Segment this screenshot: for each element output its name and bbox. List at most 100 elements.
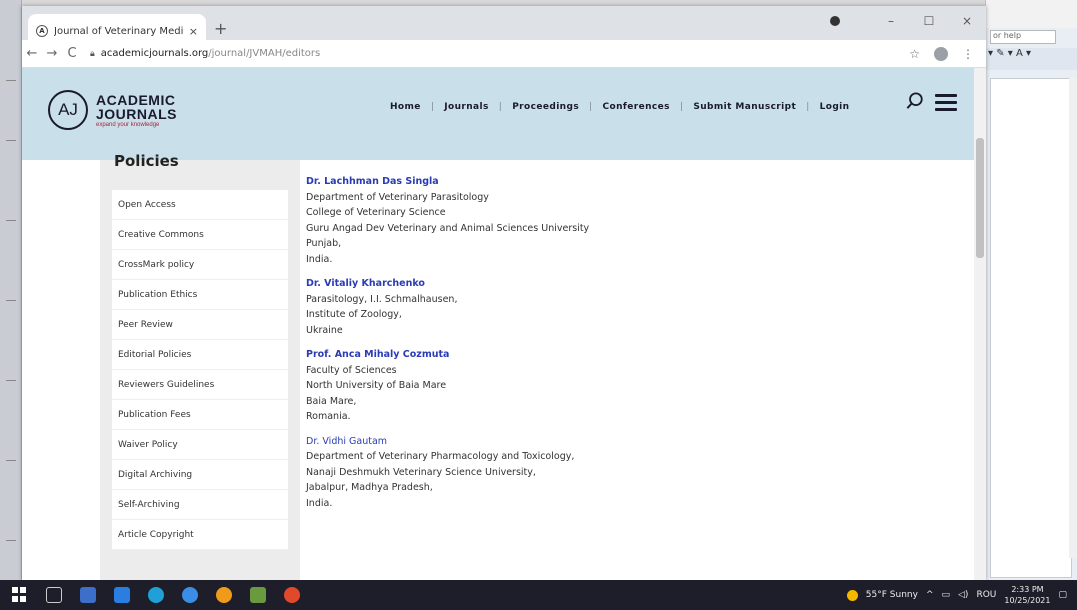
- word-app-icon[interactable]: [80, 587, 96, 603]
- windows-taskbar: 55°F Sunny ^ ▭ ◁) ROU 2:33 PM 10/25/2021…: [0, 580, 1077, 610]
- sidebar-item-digital-archiving[interactable]: Digital Archiving: [112, 460, 288, 490]
- nav-conferences[interactable]: Conferences: [593, 102, 680, 112]
- skype-icon[interactable]: [182, 587, 198, 603]
- back-arrow-icon[interactable]: ←: [22, 46, 42, 61]
- task-view-icon[interactable]: [46, 587, 62, 603]
- tab-title: Journal of Veterinary Medicine a: [54, 25, 183, 37]
- sidebar-item-waiver-policy[interactable]: Waiver Policy: [112, 430, 288, 460]
- editors-list: Dr. Lachhman Das Singla Department of Ve…: [306, 174, 946, 520]
- browser-window: A Journal of Veterinary Medicine a × + –…: [22, 6, 986, 580]
- mail-app-icon[interactable]: [114, 587, 130, 603]
- tab-close-icon[interactable]: ×: [189, 25, 198, 38]
- search-icon[interactable]: [906, 92, 924, 110]
- background-scrollbar[interactable]: [1069, 78, 1077, 558]
- background-format-toolbar: ▾ ✎ ▾ A ▾: [986, 48, 1077, 70]
- sidebar-item-publication-fees[interactable]: Publication Fees: [112, 400, 288, 430]
- bookmark-star-icon[interactable]: ☆: [909, 47, 920, 61]
- top-navigation: Home | Journals | Proceedings | Conferen…: [380, 102, 859, 112]
- file-explorer-icon[interactable]: [250, 587, 266, 603]
- address-bar: ← → C 🔒︎ academicjournals.org/journal/JV…: [22, 40, 986, 68]
- editor-affiliation-line: Department of Veterinary Pharmacology an…: [306, 451, 575, 462]
- url-path: /journal/JVMAH/editors: [208, 48, 321, 59]
- forward-arrow-icon[interactable]: →: [42, 46, 62, 61]
- sidebar-item-open-access[interactable]: Open Access: [112, 190, 288, 220]
- sidebar-item-crossmark-policy[interactable]: CrossMark policy: [112, 250, 288, 280]
- clock[interactable]: 2:33 PM 10/25/2021: [1004, 584, 1050, 606]
- notifications-icon[interactable]: ▢: [1058, 590, 1067, 600]
- editor-entry: Dr. Lachhman Das Singla Department of Ve…: [306, 174, 946, 267]
- sidebar-item-article-copyright[interactable]: Article Copyright: [112, 520, 288, 550]
- volume-icon[interactable]: ◁): [958, 590, 968, 600]
- network-icon[interactable]: ▭: [941, 590, 950, 600]
- close-window-button[interactable]: ×: [948, 14, 986, 28]
- scrollbar-thumb[interactable]: [976, 138, 984, 258]
- logo-line-1: ACADEMIC: [96, 91, 176, 108]
- sidebar-item-publication-ethics[interactable]: Publication Ethics: [112, 280, 288, 310]
- chrome-browser-icon[interactable]: [284, 587, 300, 603]
- logo-tagline: expand your knowledge: [96, 121, 160, 128]
- editor-name[interactable]: Prof. Anca Mihaly Cozmuta: [306, 347, 946, 363]
- hamburger-menu-icon[interactable]: [935, 94, 957, 115]
- background-help-input[interactable]: or help: [990, 30, 1056, 44]
- nav-journals[interactable]: Journals: [434, 102, 499, 112]
- nav-home[interactable]: Home: [380, 102, 431, 112]
- url-host: academicjournals.org: [100, 48, 209, 59]
- editor-affiliation-line: Ukraine: [306, 324, 343, 336]
- language-indicator[interactable]: ROU: [976, 590, 996, 600]
- editor-affiliation-line: North University of Baia Mare: [306, 380, 447, 391]
- edge-browser-icon[interactable]: [148, 587, 164, 603]
- nav-proceedings[interactable]: Proceedings: [502, 102, 589, 112]
- editor-affiliation-line: Romania.: [306, 411, 351, 422]
- editor-affiliation-line: Punjab,: [306, 238, 342, 249]
- sidebar-item-editorial-policies[interactable]: Editorial Policies: [112, 340, 288, 370]
- logo-mark: AJ: [48, 90, 88, 130]
- profile-avatar-icon[interactable]: [934, 46, 948, 61]
- web-page: AJ ACADEMIC JOURNALS expand your knowled…: [22, 68, 986, 580]
- tray-chevron-icon[interactable]: ^: [926, 590, 934, 600]
- nav-login[interactable]: Login: [810, 102, 860, 112]
- editor-entry: Prof. Anca Mihaly Cozmuta Faculty of Sci…: [306, 347, 946, 425]
- maximize-button[interactable]: ☐: [910, 14, 948, 28]
- academic-journals-logo[interactable]: AJ ACADEMIC JOURNALS expand your knowled…: [48, 90, 177, 130]
- firefox-icon[interactable]: [216, 587, 232, 603]
- site-header: AJ ACADEMIC JOURNALS expand your knowled…: [22, 68, 974, 160]
- sidebar-item-peer-review[interactable]: Peer Review: [112, 310, 288, 340]
- system-tray: 55°F Sunny ^ ▭ ◁) ROU 2:33 PM 10/25/2021…: [846, 580, 1067, 610]
- sidebar-item-reviewers-guidelines[interactable]: Reviewers Guidelines: [112, 370, 288, 400]
- editor-affiliation-line: Nanaji Deshmukh Veterinary Science Unive…: [306, 466, 536, 478]
- editor-affiliation-line: College of Veterinary Science: [306, 207, 446, 218]
- address-bar-actions: ☆ ⋮: [909, 46, 974, 61]
- sidebar-item-creative-commons[interactable]: Creative Commons: [112, 220, 288, 250]
- editor-name[interactable]: Dr. Vitaliy Kharchenko: [306, 276, 946, 292]
- more-menu-icon[interactable]: ⋮: [962, 47, 974, 61]
- minimize-button[interactable]: –: [872, 14, 910, 28]
- weather-text[interactable]: 55°F Sunny: [866, 590, 918, 600]
- editor-affiliation-line: Parasitology, I.I. Schmalhausen,: [306, 293, 458, 305]
- window-controls: – ☐ ×: [830, 6, 986, 36]
- new-tab-button[interactable]: +: [214, 19, 227, 38]
- sidebar-item-self-archiving[interactable]: Self-Archiving: [112, 490, 288, 520]
- site-favicon-icon: A: [36, 25, 48, 37]
- reload-icon[interactable]: C: [62, 46, 82, 61]
- editor-name[interactable]: Dr. Vidhi Gautam: [306, 434, 946, 450]
- start-windows-icon[interactable]: [12, 587, 28, 603]
- editor-affiliation-line: Baia Mare,: [306, 395, 357, 407]
- weather-sun-icon[interactable]: [846, 589, 858, 601]
- editor-name[interactable]: Dr. Lachhman Das Singla: [306, 174, 946, 190]
- editor-affiliation-line: Institute of Zoology,: [306, 309, 402, 320]
- background-word-window: or help ▾ ✎ ▾ A ▾: [985, 0, 1077, 580]
- background-window-titlebar: [986, 0, 1077, 28]
- logo-line-2: JOURNALS: [96, 105, 178, 122]
- editor-affiliation-line: India.: [306, 253, 333, 265]
- nav-submit-manuscript[interactable]: Submit Manuscript: [683, 102, 806, 112]
- policies-sidebar: Policies Open Access Creative Commons Cr…: [100, 152, 300, 580]
- editor-affiliation-line: Department of Veterinary Parasitology: [306, 191, 489, 203]
- background-document: [990, 78, 1072, 578]
- editor-entry: Dr. Vitaliy Kharchenko Parasitology, I.I…: [306, 276, 946, 338]
- recording-indicator-icon[interactable]: [830, 16, 840, 26]
- policies-list: Open Access Creative Commons CrossMark p…: [112, 190, 288, 550]
- page-scrollbar[interactable]: [974, 68, 986, 580]
- url-field[interactable]: 🔒︎ academicjournals.org/journal/JVMAH/ed…: [90, 43, 901, 65]
- sidebar-title: Policies: [114, 152, 179, 170]
- editor-affiliation-line: India.: [306, 497, 333, 509]
